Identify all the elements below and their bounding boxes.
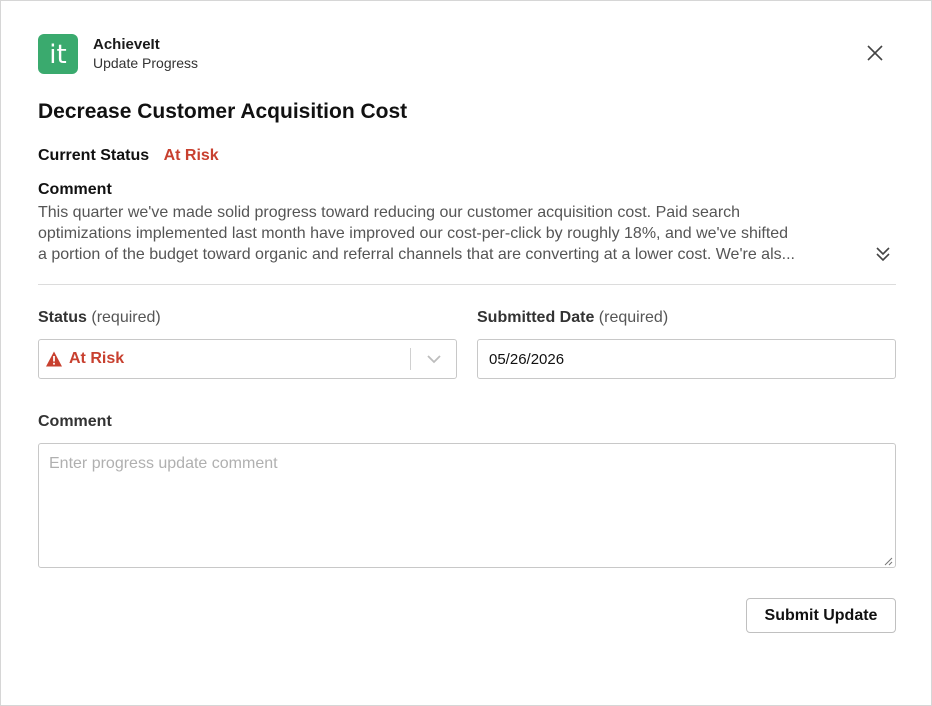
dialog-header: it AchieveIt Update Progress bbox=[38, 34, 198, 74]
status-selected-value: At Risk bbox=[69, 350, 125, 367]
previous-comment-line: This quarter we've made solid progress t… bbox=[38, 204, 741, 221]
current-status: Current Status At Risk bbox=[38, 146, 219, 166]
warning-triangle-icon bbox=[46, 351, 62, 367]
chevron-down-icon[interactable] bbox=[426, 354, 442, 364]
submitted-date-label: Submitted Date bbox=[477, 309, 595, 326]
submitted-date-input[interactable] bbox=[477, 339, 896, 379]
submitted-date-field-label: Submitted Date (required) bbox=[477, 308, 668, 328]
update-progress-dialog: it AchieveIt Update Progress Decrease Cu… bbox=[0, 0, 932, 706]
achieveit-logo: it bbox=[38, 34, 78, 74]
previous-comment-line: optimizations implemented last month hav… bbox=[38, 225, 789, 242]
submit-update-button[interactable]: Submit Update bbox=[746, 598, 896, 633]
section-divider bbox=[38, 284, 896, 285]
app-title-block: AchieveIt Update Progress bbox=[93, 35, 198, 73]
close-button[interactable] bbox=[863, 41, 887, 65]
comment-textarea[interactable] bbox=[38, 443, 896, 568]
double-chevron-down-icon[interactable] bbox=[874, 244, 892, 264]
close-icon[interactable] bbox=[863, 41, 887, 65]
previous-comment-text: This quarter we've made solid progress t… bbox=[38, 202, 868, 265]
previous-comment-label: Comment bbox=[38, 181, 112, 198]
status-field-label: Status (required) bbox=[38, 308, 161, 328]
status-select[interactable]: At Risk bbox=[38, 339, 457, 379]
submitted-date-required-text: (required) bbox=[598, 309, 669, 326]
status-required-text: (required) bbox=[91, 309, 161, 326]
app-name: AchieveIt bbox=[93, 36, 160, 53]
dialog-subtitle: Update Progress bbox=[93, 55, 199, 71]
expand-comment-button[interactable] bbox=[874, 244, 892, 264]
comment-field-label: Comment bbox=[38, 412, 112, 432]
current-status-value: At Risk bbox=[163, 147, 219, 164]
current-status-label: Current Status bbox=[38, 147, 150, 164]
comment-label: Comment bbox=[38, 413, 112, 430]
svg-text:it: it bbox=[49, 40, 66, 70]
status-label: Status bbox=[38, 309, 87, 326]
previous-comment-line: a portion of the budget toward organic a… bbox=[38, 246, 795, 263]
achieveit-logo-mark: it bbox=[49, 40, 66, 70]
status-dropdown-toggle[interactable] bbox=[411, 341, 456, 377]
plan-item-title: Decrease Customer Acquisition Cost bbox=[38, 100, 408, 123]
